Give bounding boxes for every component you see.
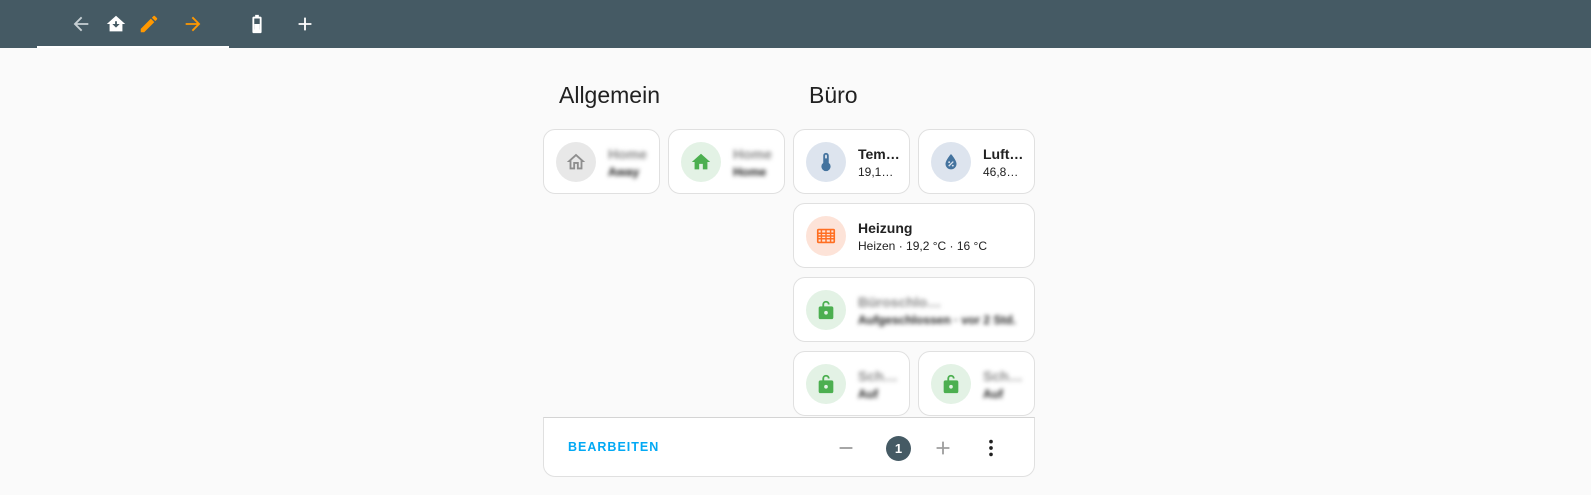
card-name: Schloss xyxy=(858,368,898,384)
card-state: Home xyxy=(733,165,767,179)
battery-icon[interactable] xyxy=(245,12,269,36)
card-name: Luft… xyxy=(983,146,1024,162)
section-edit-footer: BEARBEITEN 1 xyxy=(543,417,1035,477)
lock-open-icon xyxy=(806,364,846,404)
home-outline-icon xyxy=(556,142,596,182)
card-state: Aufgeschlossen · vor 2 Std. xyxy=(858,313,1017,327)
card-name: Heizung xyxy=(858,220,913,236)
card-name: Tem… xyxy=(858,146,900,162)
pencil-icon[interactable] xyxy=(137,12,161,36)
card-state: Away xyxy=(608,165,640,179)
card-state: 46,8… xyxy=(983,165,1019,179)
radiator-icon xyxy=(806,216,846,256)
water-percent-icon xyxy=(931,142,971,182)
lock-card-wide[interactable]: Büroschloss Tür Aufgeschlossen · vor 2 S… xyxy=(793,277,1035,342)
lock-card-right[interactable]: Schloss Auf xyxy=(918,351,1035,416)
card-name: Home xyxy=(608,146,647,162)
card-name: Büroschloss Tür xyxy=(858,294,948,310)
plus-icon[interactable] xyxy=(293,12,317,36)
heating-card[interactable]: Heizung Heizen · 19,2 °C · 16 °C xyxy=(793,203,1035,268)
arrow-right-icon[interactable] xyxy=(181,12,205,36)
card-state: Heizen · 19,2 °C · 16 °C xyxy=(858,239,987,253)
arrow-left-icon[interactable] xyxy=(69,12,93,36)
edit-button[interactable]: BEARBEITEN xyxy=(568,440,659,454)
humidity-card[interactable]: Luft… 46,8… xyxy=(918,129,1035,194)
top-toolbar xyxy=(0,0,1591,48)
lock-open-icon xyxy=(806,290,846,330)
card-state: Auf xyxy=(858,387,878,401)
more-vertical-icon[interactable] xyxy=(979,436,1003,460)
card-name: Schloss xyxy=(983,368,1023,384)
home-icon xyxy=(681,142,721,182)
section-title-buero: Büro xyxy=(809,82,858,108)
thermometer-icon xyxy=(806,142,846,182)
lock-open-icon xyxy=(931,364,971,404)
card-state: 19,1… xyxy=(858,165,894,179)
section-title-allgemein: Allgemein xyxy=(559,82,660,108)
person-card-1[interactable]: Home Away xyxy=(543,129,660,194)
home-import-icon[interactable] xyxy=(104,12,128,36)
lock-card-left[interactable]: Schloss Auf xyxy=(793,351,910,416)
card-state: Auf xyxy=(983,387,1003,401)
plus-icon[interactable] xyxy=(931,436,955,460)
temperature-card[interactable]: Tem… 19,1… xyxy=(793,129,910,194)
minus-icon[interactable] xyxy=(834,436,858,460)
active-tab-indicator xyxy=(37,46,229,48)
page-number: 1 xyxy=(886,436,911,461)
person-card-2[interactable]: Home Home xyxy=(668,129,785,194)
card-name: Home xyxy=(733,146,772,162)
